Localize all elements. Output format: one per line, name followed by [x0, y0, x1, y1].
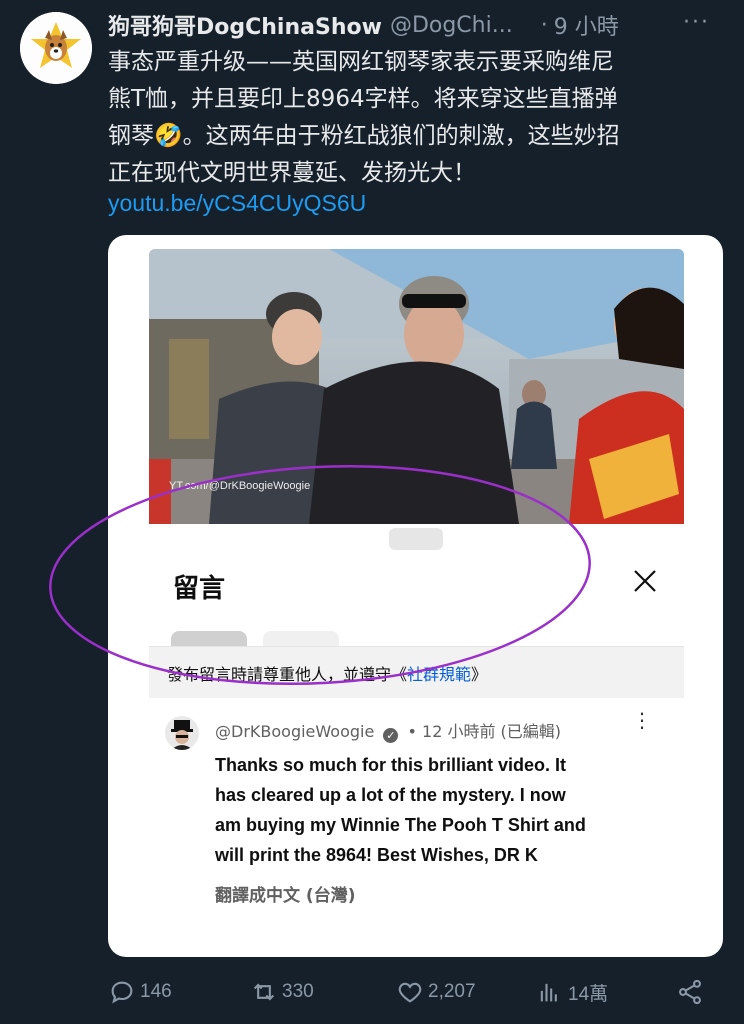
retweet-icon: [253, 983, 275, 1001]
comment-more-icon[interactable]: ⋮: [632, 710, 652, 730]
translate-button[interactable]: 翻譯成中文 (台灣): [215, 881, 355, 906]
comment-line: Thanks so much for this brilliant video.…: [215, 755, 567, 775]
comment-author[interactable]: @DrKBoogieWoogie: [215, 722, 374, 741]
user-handle[interactable]: @DogChi...: [390, 13, 513, 38]
dog-star-icon: [20, 12, 92, 84]
tweet-text-line: 熊T恤，并且要印上8964字样。将来穿这些直播弹: [108, 86, 618, 112]
comment-line: has cleared up a lot of the mystery. I n…: [215, 785, 566, 805]
retweet-count: 330: [282, 981, 314, 1002]
tweet-link[interactable]: youtu.be/yCS4CUyQS6U: [108, 190, 366, 217]
top-hat-avatar-icon: [165, 716, 199, 750]
tweet-text-line: 事态严重升级——英国网红钢琴家表示要采购维尼: [108, 49, 614, 75]
reply-icon: [111, 981, 133, 1004]
view-count: 14萬: [568, 983, 609, 1005]
display-name[interactable]: 狗哥狗哥DogChinaShow: [108, 9, 382, 41]
comment-body: Thanks so much for this brilliant video.…: [215, 750, 655, 870]
retweet-button[interactable]: 330: [250, 978, 314, 1006]
tweet-header: 狗哥狗哥DogChinaShow @DogChi... · 9 小時 ···: [108, 10, 728, 40]
more-options-button[interactable]: ···: [683, 10, 710, 35]
views-button[interactable]: 14萬: [536, 978, 608, 1006]
like-count: 2,207: [428, 981, 476, 1002]
reply-button[interactable]: 146: [108, 978, 172, 1006]
comment-timestamp: • 12 小時前 (已編輯): [407, 722, 562, 741]
comment-avatar[interactable]: [165, 716, 199, 750]
tweet-text-line: 钢琴🤣。这两年由于粉红战狼们的刺激，这些妙招: [108, 123, 620, 149]
close-icon[interactable]: [630, 566, 660, 596]
highlight-ellipse: [49, 464, 591, 686]
like-button[interactable]: 2,207: [396, 978, 476, 1006]
comment-line: am buying my Winnie The Pooh T Shirt and: [215, 815, 586, 835]
reply-count: 146: [140, 981, 172, 1002]
header-separator: ·: [540, 12, 548, 38]
tweet-text-line: 正在现代文明世界蔓延、发扬光大！: [108, 160, 476, 186]
share-icon: [679, 979, 701, 1005]
tweet-time[interactable]: 9 小時: [554, 9, 619, 41]
verified-icon: ✓: [383, 728, 399, 743]
share-button[interactable]: [676, 978, 708, 1006]
heart-icon: [398, 982, 422, 1003]
tweet-actions: 146 330 2,207 14萬: [108, 972, 718, 1012]
comment-line: will print the 8964! Best Wishes, DR K: [215, 845, 538, 865]
comment-meta: @DrKBoogieWoogie ✓ • 12 小時前 (已編輯): [215, 718, 561, 743]
views-bar-chart-icon: [540, 983, 557, 1002]
tweet-text: 事态严重升级——英国网红钢琴家表示要采购维尼 熊T恤，并且要印上8964字样。将…: [108, 44, 728, 192]
profile-avatar[interactable]: [20, 12, 92, 84]
